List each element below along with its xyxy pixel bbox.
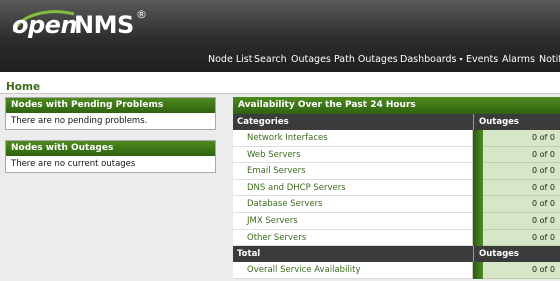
outages-box: Nodes with Outages There are no current … — [5, 140, 216, 173]
outage-count: 0 of 0 — [532, 166, 555, 176]
category-link[interactable]: Web Servers — [247, 150, 301, 160]
pending-problems-message: There are no pending problems. — [11, 116, 148, 126]
top-header: open NMS ® Node List Search Outages Path… — [0, 0, 560, 72]
category-row: DNS and DHCP Servers 0 of 0 — [233, 179, 560, 197]
category-link[interactable]: DNS and DHCP Servers — [247, 183, 346, 193]
category-row: Database Servers 0 of 0 — [233, 196, 560, 213]
pending-problems-box: Nodes with Pending Problems There are no… — [5, 97, 216, 130]
outage-count: 0 of 0 — [532, 149, 555, 159]
category-row: Email Servers 0 of 0 — [233, 163, 560, 180]
nav-dashboards-label: Dashboards — [400, 54, 457, 65]
chevron-down-icon: ▾ — [459, 56, 463, 63]
logo-registered-mark: ® — [136, 8, 147, 21]
nav-path-outages[interactable]: Path Outages — [334, 54, 398, 65]
header-divider — [473, 246, 474, 263]
main-nav: Node List Search Outages Path Outages Da… — [0, 54, 560, 68]
category-row: Web Servers 0 of 0 — [233, 146, 560, 164]
total-header-row: Total Outages — [233, 246, 560, 263]
outage-count: 0 of 0 — [532, 199, 555, 209]
outage-count: 0 of 0 — [532, 215, 555, 225]
nav-outages[interactable]: Outages — [291, 54, 331, 65]
nav-search[interactable]: Search — [254, 54, 287, 65]
overall-availability-link[interactable]: Overall Service Availability — [247, 265, 361, 275]
outages-box-message: There are no current outages — [11, 159, 136, 169]
total-outages-column-header: Outages — [479, 249, 519, 260]
outages-column-header: Outages — [479, 117, 519, 127]
availability-panel: Availability Over the Past 24 Hours Cate… — [233, 97, 560, 279]
category-link[interactable]: Network Interfaces — [247, 133, 328, 143]
outage-count: 0 of 0 — [532, 133, 555, 142]
availability-title: Availability Over the Past 24 Hours — [233, 97, 560, 114]
total-row: Overall Service Availability 0 of 0 — [233, 262, 560, 279]
availability-bar — [473, 229, 483, 247]
category-link[interactable]: Email Servers — [247, 166, 306, 176]
availability-header-row: Categories Outages — [233, 114, 560, 130]
outage-count: 0 of 0 — [532, 232, 555, 242]
logo-open-text: open — [12, 11, 78, 39]
category-row: Network Interfaces 0 of 0 — [233, 130, 560, 147]
category-link[interactable]: JMX Servers — [247, 216, 298, 226]
outages-box-title: Nodes with Outages — [6, 141, 215, 156]
header-divider — [473, 114, 474, 130]
pending-problems-title: Nodes with Pending Problems — [6, 98, 215, 113]
categories-column-header: Categories — [237, 117, 289, 127]
nav-node-list[interactable]: Node List — [208, 54, 252, 65]
category-row: Other Servers 0 of 0 — [233, 229, 560, 247]
nav-dashboards[interactable]: Dashboards ▾ — [400, 54, 463, 65]
availability-bar — [473, 163, 483, 180]
availability-bar — [473, 130, 483, 147]
opennms-logo[interactable]: open NMS ® — [10, 6, 147, 42]
nav-events[interactable]: Events — [466, 54, 498, 65]
logo-nms-text: NMS — [74, 11, 134, 39]
availability-bar — [473, 179, 483, 197]
availability-bar — [473, 212, 483, 230]
nav-notifications[interactable]: Notifi — [539, 54, 560, 65]
category-row: JMX Servers 0 of 0 — [233, 212, 560, 230]
outage-count: 0 of 0 — [532, 265, 555, 275]
outage-count: 0 of 0 — [532, 182, 555, 192]
availability-bar — [473, 262, 483, 279]
availability-bar — [473, 196, 483, 213]
nav-alarms[interactable]: Alarms — [502, 54, 535, 65]
availability-bar — [473, 146, 483, 164]
category-link[interactable]: Database Servers — [247, 199, 323, 209]
category-link[interactable]: Other Servers — [247, 233, 306, 243]
page-title: Home — [6, 81, 41, 93]
total-column-header: Total — [237, 249, 261, 260]
